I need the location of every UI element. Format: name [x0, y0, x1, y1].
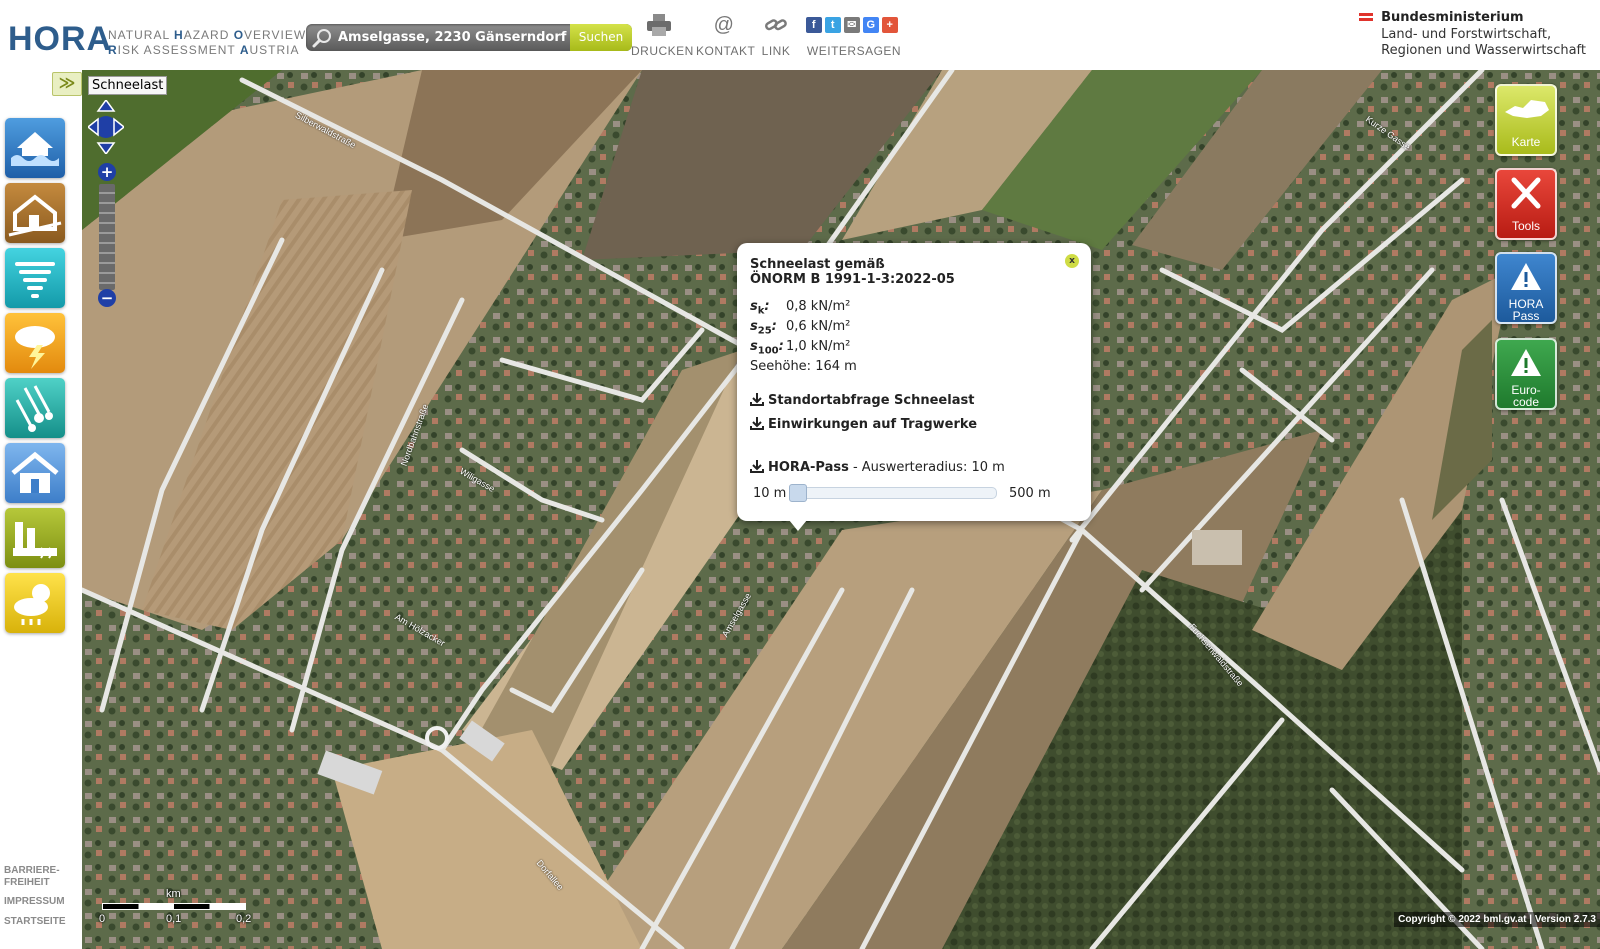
slider-min-label: 10 m: [753, 486, 787, 501]
radius-slider-handle[interactable]: [789, 484, 807, 502]
zoom-out-button[interactable]: −: [97, 288, 117, 308]
accessibility-link[interactable]: BARRIERE- FREIHEIT: [4, 865, 60, 889]
zoom-slider[interactable]: [99, 184, 115, 290]
download-icon: [750, 393, 764, 406]
link-label: LINK: [761, 44, 791, 58]
zoom-out-glyph: −: [101, 289, 114, 307]
hora-logo[interactable]: HORA: [8, 20, 112, 59]
snow-load-button[interactable]: [5, 443, 65, 503]
value-row-sk: sk: 0,8 kN/m²: [750, 299, 851, 317]
expand-panel-button[interactable]: ≫: [52, 72, 82, 96]
mass-movement-icon: [8, 194, 62, 237]
map-panel-button[interactable]: Karte: [1495, 84, 1557, 156]
snow-load-popup: x Schneelast gemäß ÖNORM B 1991-1-3:2022-…: [737, 243, 1091, 531]
hora-pass-button[interactable]: HORA Pass: [1495, 252, 1557, 324]
search-button[interactable]: Suchen: [570, 24, 632, 51]
industry-button[interactable]: [5, 508, 65, 568]
twitter-icon[interactable]: t: [825, 17, 841, 33]
storm-icon: [15, 262, 55, 298]
download-icon: [750, 460, 764, 473]
download-icon: [750, 417, 764, 430]
thunderstorm-icon: [15, 326, 55, 369]
ministry-line-1: Bundesministerium: [1381, 10, 1524, 25]
weather-button[interactable]: [5, 573, 65, 633]
share-group: f t ✉ G + WEITERSAGEN: [806, 12, 902, 58]
scale-bar: km 0 0,1 0,2: [96, 888, 256, 928]
radius-text: - Auswerteradius: 10 m: [848, 460, 1005, 475]
ministry-logo[interactable]: Bundesministerium Land- und Forstwirtsch…: [1359, 10, 1586, 60]
facebook-icon[interactable]: f: [806, 17, 822, 33]
print-label: DRUCKEN: [631, 44, 694, 58]
industry-icon: [13, 522, 57, 559]
value-row-s25: s25: 0,6 kN/m²: [750, 319, 851, 337]
tools-icon: [1511, 177, 1541, 209]
tools-panel-label: Tools: [1511, 219, 1540, 233]
slider-max-label: 500 m: [1009, 486, 1051, 501]
thunderstorm-button[interactable]: [5, 313, 65, 373]
search-box: Suchen: [306, 24, 632, 51]
hazard-sidebar: BARRIERE- FREIHEIT IMPRESSUM STARTSEITE: [0, 70, 83, 949]
flood-icon: [11, 132, 59, 166]
ministry-line-2: Land- und Forstwirtschaft,: [1381, 26, 1552, 42]
hail-icon: [15, 385, 53, 432]
mail-icon[interactable]: ✉: [844, 17, 860, 33]
pan-control[interactable]: [88, 100, 124, 154]
map-panel-label: Karte: [1511, 135, 1541, 149]
tools-panel-button[interactable]: Tools: [1495, 168, 1557, 240]
search-input[interactable]: [338, 28, 568, 47]
header: HORA NATURAL HAZARD OVERVIEW & RISK ASSE…: [0, 0, 1600, 71]
home-link[interactable]: STARTSEITE: [4, 916, 65, 928]
copyright-notice: Copyright © 2022 bml.gv.at | Version 2.7…: [1394, 912, 1600, 927]
logo-subtitle: NATURAL HAZARD OVERVIEW & RISK ASSESSMEN…: [108, 28, 320, 57]
imprint-link[interactable]: IMPRESSUM: [4, 896, 65, 908]
link-icon: [765, 19, 787, 31]
more-share-icon[interactable]: +: [882, 17, 898, 33]
snow-load-icon: [11, 451, 59, 493]
active-layer-label: Schneelast: [88, 76, 168, 95]
eurocode-button[interactable]: Euro-code: [1495, 338, 1557, 410]
austria-map-icon: [1505, 100, 1549, 118]
printer-icon: [647, 14, 671, 36]
scale-tick: 0,2: [236, 913, 252, 925]
ministry-line-3: Regionen und Wasserwirtschaft: [1381, 43, 1586, 58]
radius-slider-track[interactable]: [789, 487, 997, 499]
hora-pass-link[interactable]: HORA-Pass: [750, 460, 849, 475]
snow-load-query-link[interactable]: Standortabfrage Schneelast: [750, 392, 974, 408]
weather-icon: [14, 584, 50, 625]
mass-movement-button[interactable]: [5, 183, 65, 243]
print-button[interactable]: DRUCKEN: [631, 12, 694, 58]
scale-tick: 0: [99, 913, 106, 925]
scale-unit: km: [166, 888, 181, 900]
warning-icon: [1511, 349, 1541, 376]
google-icon[interactable]: G: [863, 17, 879, 33]
warning-icon: [1511, 263, 1541, 290]
eurocode-label: Euro-code: [1511, 383, 1541, 409]
search-icon: [312, 29, 331, 48]
popup-tail: [789, 520, 807, 531]
zoom-in-glyph: +: [101, 163, 114, 181]
scale-bar-graphic: [102, 903, 246, 910]
structural-actions-link[interactable]: Einwirkungen auf Tragwerke: [750, 416, 977, 432]
contact-button[interactable]: @ KONTAKT: [696, 12, 756, 59]
altitude-text: Seehöhe: 164 m: [750, 359, 857, 374]
zoom-in-button[interactable]: +: [97, 162, 117, 182]
at-icon: @: [713, 13, 735, 36]
hora-pass-row: HORA-Pass - Auswerteradius: 10 m: [750, 459, 1005, 475]
share-label: WEITERSAGEN: [806, 44, 902, 58]
link-button[interactable]: LINK: [758, 12, 794, 58]
austria-flag-icon: [1359, 13, 1374, 21]
value-row-s100: s100: 1,0 kN/m²: [750, 339, 851, 357]
contact-label: KONTAKT: [696, 44, 756, 58]
hail-button[interactable]: [5, 378, 65, 438]
flood-button[interactable]: [5, 118, 65, 178]
scale-tick: 0,1: [166, 913, 182, 925]
hora-pass-label: HORA Pass: [1508, 297, 1544, 323]
storm-button[interactable]: [5, 248, 65, 308]
popup-title: Schneelast gemäß ÖNORM B 1991-1-3:2022-05: [750, 257, 955, 287]
